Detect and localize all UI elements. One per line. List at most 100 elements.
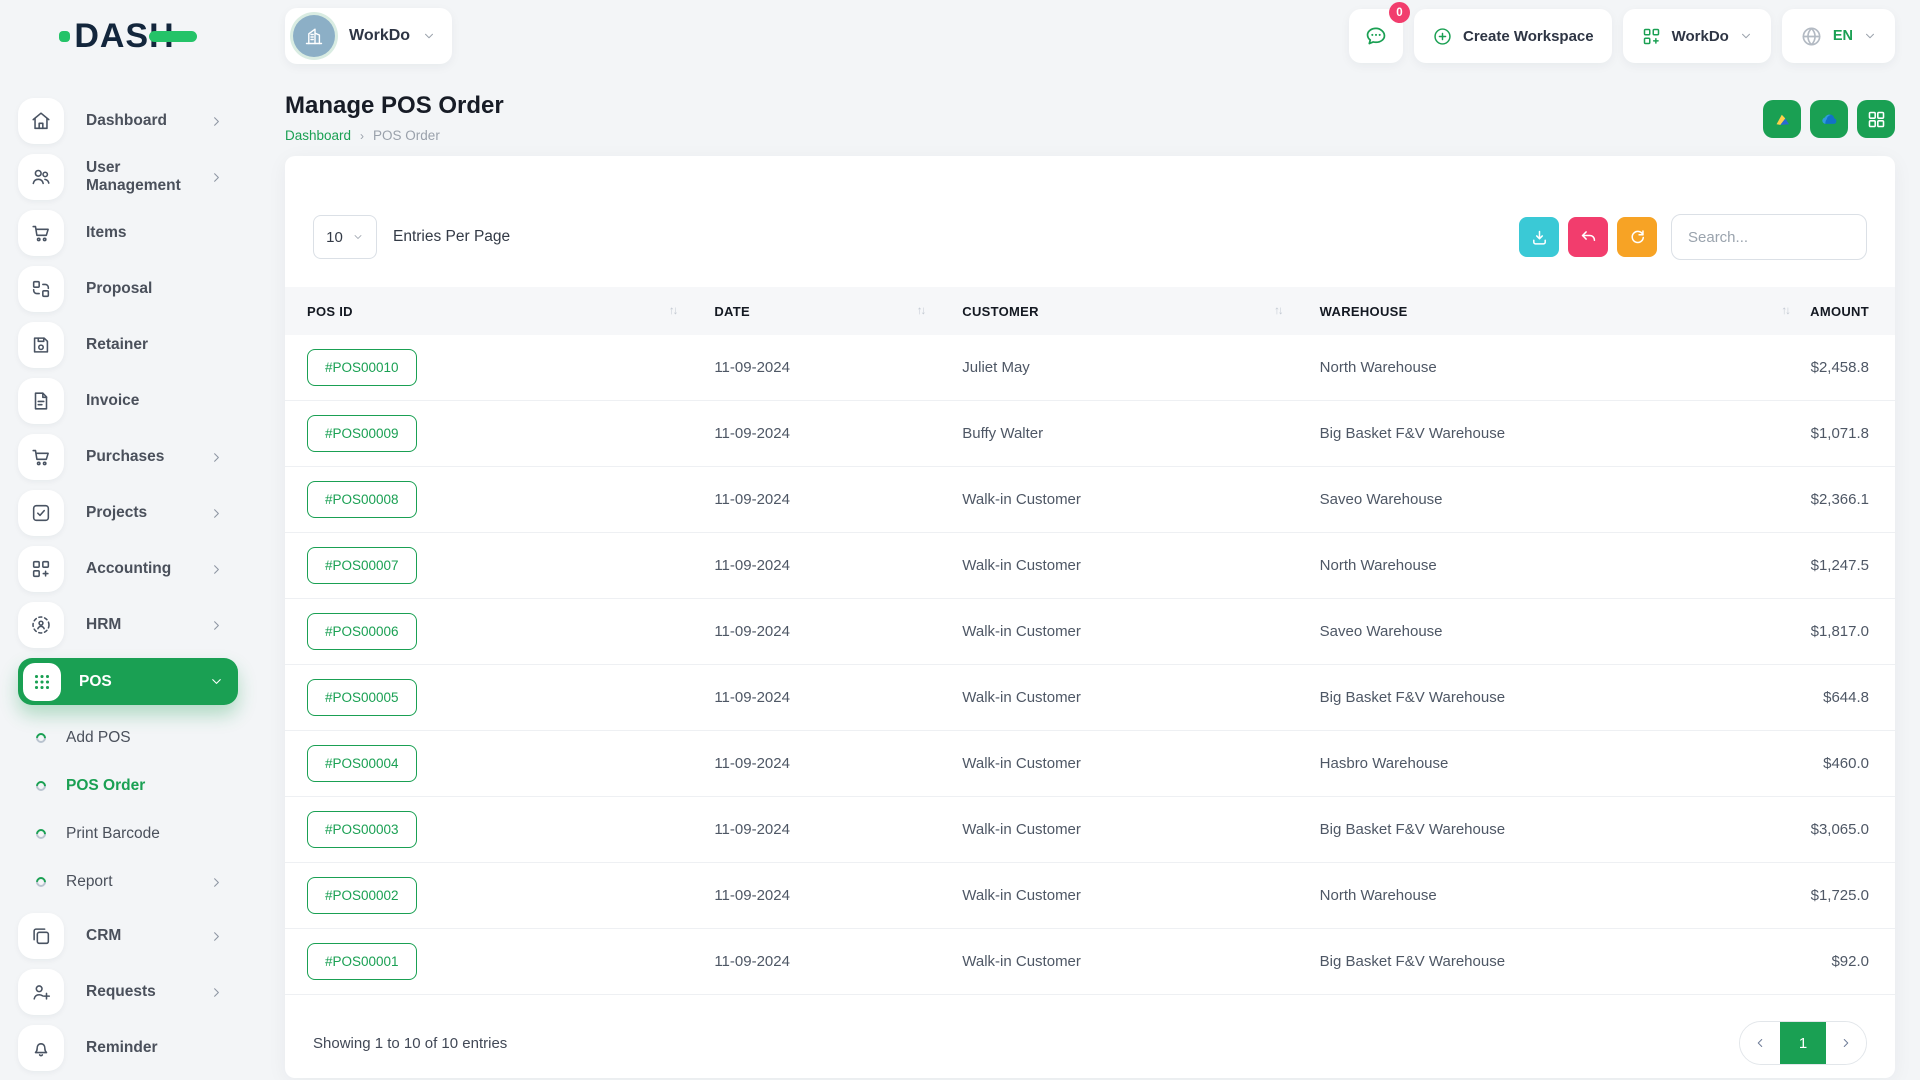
- sidebar-item-projects[interactable]: Projects: [18, 490, 238, 536]
- sidebar-menu: Dashboard User Management Items Proposal Ret…: [0, 72, 256, 705]
- page-head: Manage POS Order Dashboard › POS Order: [285, 92, 1895, 144]
- amount-cell: $2,366.1: [1805, 491, 1895, 508]
- sidebar-item-proposal[interactable]: Proposal: [18, 266, 238, 312]
- table-body: #POS0001011-09-2024Juliet MayNorth Wareh…: [285, 335, 1895, 995]
- pos-id-button[interactable]: #POS00004: [307, 745, 417, 782]
- grid-view-button[interactable]: [1857, 100, 1895, 138]
- google-drive-icon: [1772, 109, 1793, 130]
- plus-circle-icon: [1432, 26, 1453, 47]
- app-logo[interactable]: DASH: [0, 0, 256, 72]
- table-row: #POS00010 11-09-2024Juliet MayNorth Wareh…: [285, 335, 1895, 401]
- warehouse-cell: North Warehouse: [1298, 359, 1805, 376]
- chat-icon: [1363, 23, 1389, 49]
- breadcrumb: Dashboard › POS Order: [285, 128, 504, 144]
- table-row: #POS0000211-09-2024Walk-in CustomerNorth…: [285, 863, 1895, 929]
- amount-cell: $460.0: [1805, 755, 1895, 772]
- sidebar-item-dashboard[interactable]: Dashboard: [18, 98, 238, 144]
- pos-order-card: 10 Entries Per Page POS ID↑↓ DATE↑↓ CUST…: [285, 156, 1895, 1078]
- sort-icon[interactable]: ↑↓: [1781, 305, 1789, 317]
- reset-button[interactable]: [1568, 217, 1608, 257]
- warehouse-cell: Big Basket F&V Warehouse: [1298, 953, 1805, 970]
- pagination: 1: [1739, 1021, 1867, 1065]
- pos-submenu-item-print-barcode[interactable]: Print Barcode: [18, 815, 238, 853]
- sort-icon[interactable]: ↑↓: [917, 305, 925, 317]
- pos-id-button[interactable]: #POS00001: [307, 943, 417, 980]
- breadcrumb-dashboard-link[interactable]: Dashboard: [285, 128, 351, 144]
- sidebar-item-purchases[interactable]: Purchases: [18, 434, 238, 480]
- table-controls: 10 Entries Per Page: [285, 214, 1895, 260]
- search-input[interactable]: [1671, 214, 1867, 260]
- showing-entries-text: Showing 1 to 10 of 10 entries: [313, 1035, 507, 1052]
- hrm-icon: [18, 602, 64, 648]
- sort-icon[interactable]: ↑↓: [1274, 305, 1282, 317]
- google-drive-button[interactable]: [1763, 100, 1801, 138]
- page-title: Manage POS Order: [285, 92, 504, 120]
- warehouse-cell: Saveo Warehouse: [1298, 623, 1805, 640]
- pos-submenu-label: Print Barcode: [66, 825, 224, 843]
- page-number-button[interactable]: 1: [1780, 1022, 1826, 1064]
- company-dropdown[interactable]: WorkDo: [1623, 9, 1771, 63]
- date-cell: 11-09-2024: [692, 359, 940, 376]
- sidebar-item-hrm[interactable]: HRM: [18, 602, 238, 648]
- sidebar-item-user-management[interactable]: User Management: [18, 154, 238, 200]
- chevron-right-icon: [209, 170, 224, 185]
- pos-id-button[interactable]: #POS00002: [307, 877, 417, 914]
- workspace-selector[interactable]: WorkDo: [285, 8, 452, 64]
- pos-submenu-item-pos-order[interactable]: POS Order: [18, 767, 238, 805]
- warehouse-cell: Big Basket F&V Warehouse: [1298, 689, 1805, 706]
- amount-cell: $644.8: [1805, 689, 1895, 706]
- customer-cell: Walk-in Customer: [940, 887, 1297, 904]
- customer-cell: Buffy Walter: [940, 425, 1297, 442]
- pos-id-button[interactable]: #POS00008: [307, 481, 417, 518]
- column-header-date: DATE↑↓: [692, 304, 940, 319]
- sidebar-item-requests[interactable]: Requests: [18, 969, 238, 1015]
- table-row: #POS0000311-09-2024Walk-in CustomerBig B…: [285, 797, 1895, 863]
- onedrive-button[interactable]: [1810, 100, 1848, 138]
- sidebar-item-reminder[interactable]: Reminder: [18, 1025, 238, 1071]
- sidebar-item-pos[interactable]: POS: [18, 658, 238, 705]
- sidebar-item-items[interactable]: Items: [18, 210, 238, 256]
- amount-cell: $3,065.0: [1805, 821, 1895, 838]
- building-icon: [302, 24, 326, 48]
- messages-button[interactable]: 0: [1349, 9, 1403, 63]
- language-dropdown[interactable]: EN: [1782, 9, 1895, 63]
- next-page-button[interactable]: [1826, 1022, 1866, 1064]
- pos-submenu-item-add-pos[interactable]: Add POS: [18, 719, 238, 757]
- export-button[interactable]: [1519, 217, 1559, 257]
- previous-page-button[interactable]: [1740, 1022, 1780, 1064]
- entries-per-page-select[interactable]: 10: [313, 215, 377, 259]
- pos-id-button[interactable]: #POS00007: [307, 547, 417, 584]
- sidebar-item-invoice[interactable]: Invoice: [18, 378, 238, 424]
- create-workspace-button[interactable]: Create Workspace: [1414, 9, 1612, 63]
- company-name: WorkDo: [1672, 28, 1729, 45]
- chevron-down-icon: [209, 674, 224, 689]
- pos-submenu: Add POS POS Order Print Barcode Report: [0, 715, 256, 901]
- amount-cell: $1,071.8: [1805, 425, 1895, 442]
- pos-id-button[interactable]: #POS00003: [307, 811, 417, 848]
- table-row: #POS0000711-09-2024Walk-in CustomerNorth…: [285, 533, 1895, 599]
- pos-id-button[interactable]: #POS00006: [307, 613, 417, 650]
- pos-id-button[interactable]: #POS00009: [307, 415, 417, 452]
- page-content: Manage POS Order Dashboard › POS Order 1…: [256, 92, 1920, 1078]
- check-square-icon: [18, 490, 64, 536]
- sort-icon[interactable]: ↑↓: [669, 305, 677, 317]
- table-footer: Showing 1 to 10 of 10 entries 1: [285, 1021, 1895, 1065]
- date-cell: 11-09-2024: [692, 821, 940, 838]
- grid-dots-icon: [23, 663, 61, 701]
- sidebar-item-label: Reminder: [86, 1039, 224, 1057]
- customer-cell: Walk-in Customer: [940, 491, 1297, 508]
- sidebar-item-retainer[interactable]: Retainer: [18, 322, 238, 368]
- table-row: #POS0000911-09-2024Buffy WalterBig Baske…: [285, 401, 1895, 467]
- sidebar-item-label: Proposal: [86, 280, 224, 298]
- pos-id-button[interactable]: #POS00010: [307, 349, 417, 386]
- table-row: #POS0000411-09-2024Walk-in CustomerHasbr…: [285, 731, 1895, 797]
- entries-value: 10: [326, 229, 343, 246]
- grid-plus-icon: [1641, 26, 1662, 47]
- refresh-button[interactable]: [1617, 217, 1657, 257]
- sidebar-item-label: Invoice: [86, 392, 224, 410]
- sidebar-item-accounting[interactable]: Accounting: [18, 546, 238, 592]
- pos-id-button[interactable]: #POS00005: [307, 679, 417, 716]
- pos-submenu-item-report[interactable]: Report: [18, 863, 238, 901]
- customer-cell: Juliet May: [940, 359, 1297, 376]
- sidebar-item-crm[interactable]: CRM: [18, 913, 238, 959]
